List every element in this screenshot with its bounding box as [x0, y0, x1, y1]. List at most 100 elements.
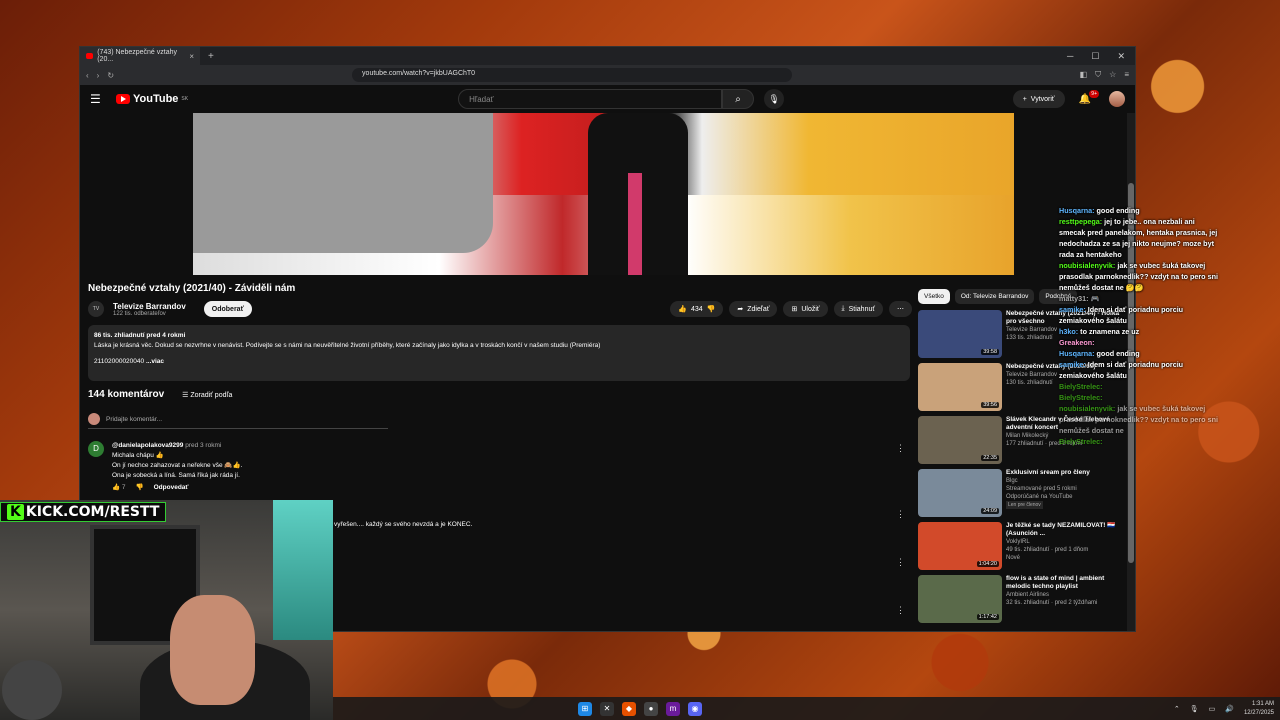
forward-icon[interactable]: ›	[97, 71, 100, 80]
chat-username[interactable]: BielyStrelec:	[1059, 382, 1103, 391]
related-info: Exklusivní sream pro členy Blgc Streamovan…	[1006, 469, 1090, 522]
sort-button[interactable]: ☰ Zoradiť podľa	[182, 391, 232, 399]
clock[interactable]: 1:31 AM 12/27/2025	[1244, 700, 1274, 718]
comment-line-2: On jí nechce zahazovat a neřekne vše 🙈👍.	[112, 462, 243, 469]
related-video-item[interactable]: 1:04:20 Je těžké se tady NEZAMILOVAT! 🇵🇾 …	[918, 522, 1128, 575]
search-button[interactable]: ⌕	[722, 89, 755, 109]
voice-search-button[interactable]: 🎙	[764, 89, 785, 109]
chat-username[interactable]: BielyStrelec:	[1059, 393, 1103, 402]
related-video-item[interactable]: 24:09 Exklusivní sream pro členy Blgc Strea…	[918, 469, 1128, 522]
chat-username[interactable]: h3ko:	[1059, 327, 1078, 336]
thumbs-down-icon[interactable]: 👎	[707, 305, 716, 313]
related-title[interactable]: Exklusivní sream pro členy	[1006, 469, 1090, 477]
download-button[interactable]: ⤓ Stiahnuť	[833, 301, 883, 317]
menu-dots-icon[interactable]: ≡	[1124, 70, 1129, 80]
discord-icon[interactable]: ◉	[688, 701, 702, 716]
notifications-button[interactable]: 🔔 9+	[1079, 89, 1099, 105]
video-thumbnail[interactable]: 24:09	[918, 469, 1002, 517]
related-channel: Blgc	[1006, 478, 1018, 484]
comment-like-button[interactable]: 👍 7	[112, 483, 126, 493]
subscribe-button[interactable]: Odoberať	[203, 301, 252, 317]
video-thumbnail[interactable]: 39:56	[918, 363, 1002, 411]
save-label: Uložiť	[801, 305, 820, 313]
youtube-favicon-icon	[86, 53, 94, 59]
add-comment-field[interactable]: Pridajte komentár...	[88, 413, 388, 429]
chat-username[interactable]: Husqarna:	[1059, 349, 1095, 358]
shield-icon[interactable]: ⛉	[1095, 70, 1101, 80]
new-tab-icon[interactable]: +	[208, 51, 214, 62]
reply-button[interactable]: Odpovedať	[154, 483, 189, 493]
video-duration: 39:56	[981, 402, 999, 408]
windows-start-icon[interactable]: ⊞	[578, 701, 592, 716]
description-id: 21102000020040	[94, 358, 145, 365]
obs-icon[interactable]: ●	[644, 701, 658, 716]
chat-username[interactable]: noubisialenyvik:	[1059, 261, 1115, 270]
logo-country: SK	[181, 96, 189, 102]
show-more-link[interactable]: ...viac	[146, 358, 164, 365]
reload-icon[interactable]: ↻	[107, 71, 114, 80]
comment-dislike-icon[interactable]: 👎	[136, 483, 144, 493]
more-actions-button[interactable]: ⋯	[889, 301, 912, 317]
chip-channel[interactable]: Od: Televize Barrandov	[954, 289, 1035, 304]
comment-author[interactable]: @danielapolakova9299	[112, 442, 183, 449]
chat-username[interactable]: matty31:	[1059, 294, 1089, 303]
like-button[interactable]: 👍 434 👎	[670, 301, 724, 317]
comment-menu-icon[interactable]: ⋮	[896, 509, 905, 520]
user-avatar	[88, 413, 100, 425]
video-thumbnail[interactable]: 39:58	[918, 310, 1002, 358]
chat-username[interactable]: BielyStrelec:	[1059, 437, 1103, 446]
related-video-item[interactable]: 1:17:42 flow is a state of mind | ambient…	[918, 575, 1128, 628]
comment-text-partial: vyřešen.... každý se svého nevzdá a je K…	[334, 521, 473, 528]
mic-tray-icon[interactable]: 🎙	[1190, 705, 1199, 713]
chat-username[interactable]: Husqarna:	[1059, 206, 1095, 215]
chat-username[interactable]: resttpepega:	[1059, 217, 1102, 226]
search-input[interactable]: Hľadať	[458, 89, 723, 109]
video-thumbnail[interactable]: 1:17:42	[918, 575, 1002, 623]
video-player[interactable]	[193, 113, 1014, 275]
related-title[interactable]: Je těžké se tady NEZAMILOVAT! 🇵🇾 (Asunci…	[1006, 522, 1128, 538]
channel-name[interactable]: Televize Barrandov	[113, 302, 186, 311]
app-icon[interactable]: m	[666, 701, 680, 716]
volume-icon[interactable]: 🔊	[1225, 705, 1234, 713]
commenter-avatar[interactable]: D	[88, 441, 104, 457]
hamburger-menu-icon[interactable]: ☰	[90, 92, 110, 106]
youtube-logo[interactable]: YouTube SK	[116, 93, 188, 105]
chat-username[interactable]: noubisialenyvik:	[1059, 404, 1115, 413]
maximize-icon[interactable]: ☐	[1091, 51, 1099, 62]
chat-username[interactable]: samike:	[1059, 360, 1086, 369]
video-duration: 24:09	[981, 508, 999, 514]
url-field[interactable]: youtube.com/watch?v=jkbUAGChT0	[352, 68, 793, 82]
create-button[interactable]: + Vytvoriť	[1012, 90, 1065, 108]
comment-menu-icon[interactable]: ⋮	[896, 443, 905, 454]
chat-message: noubisialenyvik: jak se vubec šuká takov…	[1059, 260, 1219, 293]
close-window-icon[interactable]: ✕	[1117, 51, 1125, 62]
chat-message: BielyStrelec:	[1059, 381, 1219, 392]
video-thumbnail[interactable]: 22:35	[918, 416, 1002, 464]
chat-username[interactable]: samike:	[1059, 305, 1086, 314]
extension-icon[interactable]: ◧	[1080, 70, 1088, 80]
kick-url: KICK.COM/RESTT	[25, 504, 160, 520]
kick-banner: K KICK.COM/RESTT	[0, 502, 167, 522]
browser-tab[interactable]: (743) Nebezpečné vztahy (20... ×	[80, 47, 200, 65]
close-tab-icon[interactable]: ×	[189, 52, 194, 61]
description-box[interactable]: 86 tis. zhliadnutí pred 4 rokmi Láska je…	[88, 325, 910, 381]
minimize-icon[interactable]: ─	[1067, 51, 1073, 62]
related-title[interactable]: flow is a state of mind | ambient melodi…	[1006, 575, 1128, 591]
back-icon[interactable]: ‹	[86, 71, 89, 80]
brave-browser-icon[interactable]: ◆	[622, 701, 636, 716]
video-thumbnail[interactable]: 1:04:20	[918, 522, 1002, 570]
save-button[interactable]: ⊞ Uložiť	[783, 301, 828, 317]
network-icon[interactable]: ▭	[1209, 705, 1216, 713]
comment-menu-icon[interactable]: ⋮	[896, 605, 905, 616]
share-button[interactable]: ➦ Zdieľať	[729, 301, 778, 317]
comments-header: 144 komentárov ☰ Zoradiť podľa	[88, 389, 232, 400]
chip-all[interactable]: Všetko	[918, 289, 950, 304]
bookmark-icon[interactable]: ☆	[1109, 70, 1116, 80]
app-icon[interactable]: ✕	[600, 701, 614, 716]
comment-menu-icon[interactable]: ⋮	[896, 557, 905, 568]
tray-arrow-icon[interactable]: ⌃	[1174, 705, 1180, 713]
account-avatar[interactable]	[1109, 91, 1125, 107]
channel-avatar[interactable]: TV	[88, 301, 104, 317]
chat-username[interactable]: Greakeon:	[1059, 338, 1095, 347]
comment-count: 144 komentárov	[88, 389, 165, 400]
